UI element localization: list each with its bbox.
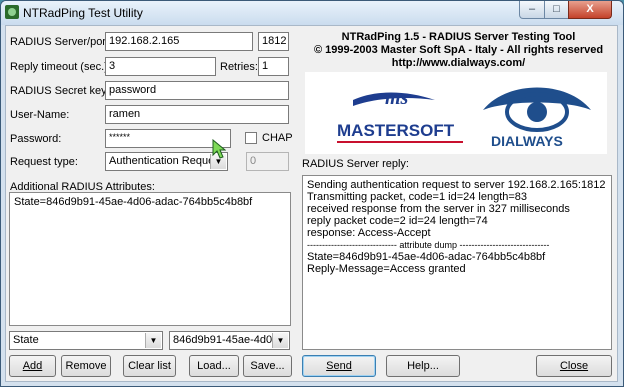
maximize-button[interactable]: □ [544,1,569,19]
reply-line: Transmitting packet, code=1 id=24 length… [307,191,528,203]
dialways-logo: DIALWAYS [483,87,591,149]
app-icon [5,5,19,19]
load-button[interactable]: Load... [189,355,239,377]
save-button[interactable]: Save... [243,355,292,377]
dialog-body: RADIUS Server/port: 192.168.2.165 1812 R… [5,25,618,382]
svg-text:DIALWAYS: DIALWAYS [491,133,563,149]
retries-label: Retries: [220,61,258,73]
close-window-button[interactable]: X [568,1,612,19]
chap-checkbox[interactable] [245,132,257,144]
secret-label: RADIUS Secret key: [10,85,110,97]
request-type-select[interactable]: Authentication Request ▼ [105,152,228,171]
svg-text:MASTERSOFT: MASTERSOFT [337,121,455,140]
minimize-button[interactable]: – [519,1,545,19]
attribute-value-select[interactable]: 846d9b91-45ae-4d06-a ▼ [169,331,290,350]
chevron-down-icon[interactable]: ▼ [145,333,161,348]
username-label: User-Name: [10,109,70,121]
clear-list-button[interactable]: Clear list [123,355,176,377]
chap-label: CHAP [262,132,293,144]
reply-line: ------------------------------ attribute… [307,240,550,250]
attributes-list[interactable]: State=846d9b91-45ae-4d06-adac-764bb5c4b8… [9,192,291,326]
list-item[interactable]: State=846d9b91-45ae-4d06-adac-764bb5c4b8… [14,196,286,208]
secret-input[interactable]: password [105,81,289,100]
website-link[interactable]: http://www.dialways.com/ [302,57,615,69]
title-bar[interactable]: NTRadPing Test Utility – □ X [1,1,623,25]
help-button[interactable]: Help... [386,355,460,377]
mastersoft-logo: ms MASTERSOFT [337,87,463,143]
reply-textbox[interactable]: Sending authentication request to server… [302,175,612,350]
svg-text:ms: ms [385,87,409,109]
reply-line: State=846d9b91-45ae-4d06-adac-764bb5c4b8… [307,251,546,263]
reply-line: response: Access-Accept [307,227,431,239]
reply-line: Reply-Message=Access granted [307,263,466,275]
request-type-value: Authentication Request [109,155,223,167]
app-window: NTRadPing Test Utility – □ X RADIUS Serv… [0,0,624,387]
reply-line: Sending authentication request to server… [307,179,606,191]
close-button[interactable]: Close [536,355,612,377]
mouse-cursor-icon [212,139,226,159]
password-label: Password: [10,133,62,145]
server-input[interactable]: 192.168.2.165 [105,32,253,51]
server-port-label: RADIUS Server/port: [10,36,113,48]
timeout-label: Reply timeout (sec.): [10,61,111,73]
chevron-down-icon[interactable]: ▼ [272,333,288,348]
request-extra-input: 0 [246,152,289,171]
app-header-title: NTRadPing 1.5 - RADIUS Server Testing To… [341,31,576,43]
request-type-label: Request type: [10,156,78,168]
reply-line: received response from the server in 327… [307,203,570,215]
window-title: NTRadPing Test Utility [23,6,143,20]
attribute-name-value: State [13,334,39,346]
reply-line: reply packet code=2 id=24 length=74 [307,215,488,227]
remove-button[interactable]: Remove [61,355,111,377]
copyright-text: © 1999-2003 Master Soft SpA - Italy - Al… [313,44,604,56]
username-input[interactable]: ramen [105,105,289,124]
send-button[interactable]: Send [302,355,376,377]
timeout-input[interactable]: 3 [105,57,216,76]
attribute-value-value: 846d9b91-45ae-4d06-a [173,334,288,346]
reply-label: RADIUS Server reply: [302,158,409,170]
add-button[interactable]: Add [9,355,56,377]
retries-input[interactable]: 1 [258,57,289,76]
logo-panel: ms MASTERSOFT DIALWAYS [305,72,607,154]
port-input[interactable]: 1812 [258,32,289,51]
attribute-name-select[interactable]: State ▼ [9,331,163,350]
